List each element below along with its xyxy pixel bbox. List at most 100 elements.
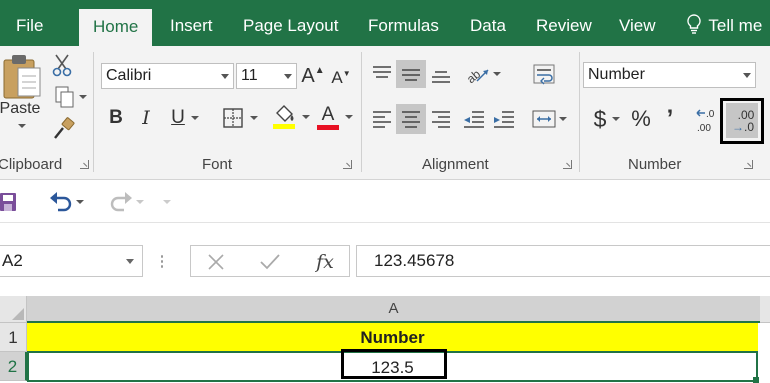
comma-style-button[interactable]: ’	[660, 104, 680, 134]
bottom-align-icon	[432, 71, 450, 83]
font-group-label: Font	[202, 156, 233, 173]
save-icon	[0, 193, 16, 211]
fill-handle[interactable]	[753, 377, 759, 383]
orientation-button[interactable]: ab	[460, 60, 506, 88]
underline-glyph: U	[171, 107, 185, 128]
column-header-a[interactable]: A	[27, 296, 760, 323]
underline-dropdown-icon	[190, 116, 199, 120]
cancel-entry-button[interactable]	[199, 249, 233, 275]
tell-me-label: Tell me	[708, 16, 763, 35]
column-header-next[interactable]	[760, 296, 770, 323]
clipboard-group-label: Clipboard	[0, 156, 63, 173]
align-center-button[interactable]	[396, 104, 426, 134]
merge-center-icon	[532, 110, 556, 128]
tab-file[interactable]: File	[16, 0, 43, 46]
underline-button[interactable]: U	[164, 104, 206, 132]
tab-page-layout[interactable]: Page Layout	[243, 0, 338, 46]
font-color-icon: A	[321, 103, 335, 125]
save-button[interactable]	[0, 189, 18, 215]
shrink-font-button[interactable]: A ▼	[330, 65, 352, 91]
tab-review[interactable]: Review	[536, 0, 592, 46]
tab-formulas[interactable]: Formulas	[368, 0, 439, 46]
tab-home[interactable]: Home	[79, 9, 153, 46]
ribbon-tab-bar: File Home Insert Page Layout Formulas Da…	[0, 0, 770, 46]
formula-input[interactable]: 123.45678	[356, 245, 770, 277]
number-group-label: Number	[628, 156, 682, 173]
cell-a2[interactable]: 123.5	[27, 351, 758, 382]
bold-button[interactable]: B	[103, 104, 129, 132]
lightbulb-icon	[687, 14, 701, 34]
worksheet-grid: A 1 Number 2 123.5	[0, 290, 770, 383]
insert-function-button[interactable]: fx	[307, 248, 343, 276]
formula-bar: A2 fx 123.45678	[0, 224, 770, 290]
font-launcher-icon[interactable]	[343, 160, 352, 169]
italic-button[interactable]: I	[134, 104, 158, 132]
undo-icon	[50, 192, 72, 212]
bottom-align-button[interactable]	[427, 60, 455, 88]
copy-icon	[55, 86, 73, 108]
name-box[interactable]: A2	[0, 245, 143, 277]
format-painter-icon	[54, 117, 75, 139]
name-box-dropdown-icon	[126, 259, 134, 264]
resize-handle[interactable]	[160, 254, 164, 268]
copy-button[interactable]	[50, 84, 90, 110]
customize-dropdown-icon	[163, 200, 171, 204]
svg-text:.00: .00	[697, 123, 711, 134]
paint-bucket-icon	[273, 105, 295, 129]
redo-icon	[110, 192, 132, 212]
accounting-format-button[interactable]: $	[586, 104, 628, 134]
group-divider	[93, 52, 94, 172]
alignment-launcher-icon[interactable]	[563, 160, 572, 169]
customize-qat-button[interactable]	[160, 195, 174, 209]
percent-style-button[interactable]: %	[628, 104, 654, 134]
font-color-button[interactable]: A	[314, 102, 356, 132]
tell-me-box[interactable]: Tell me	[684, 0, 762, 46]
tab-data[interactable]: Data	[470, 0, 506, 46]
clipboard-launcher-icon[interactable]	[80, 160, 89, 169]
font-family-value: Calibri	[106, 67, 152, 84]
row-header-2[interactable]: 2	[0, 352, 27, 381]
number-format-select[interactable]: Number	[583, 62, 756, 88]
increase-decimal-button[interactable]: .0 .00	[694, 106, 722, 136]
borders-button[interactable]	[214, 104, 266, 132]
wrap-text-button[interactable]	[528, 60, 560, 88]
borders-icon	[223, 108, 243, 128]
number-format-dropdown-icon	[743, 73, 751, 78]
align-left-icon	[373, 111, 391, 128]
align-right-button[interactable]	[427, 104, 455, 134]
enter-button[interactable]	[253, 249, 287, 275]
increase-indent-button[interactable]	[490, 104, 518, 134]
formula-controls: fx	[190, 245, 350, 277]
currency-icon: $	[593, 105, 607, 132]
close-icon	[208, 254, 224, 270]
grow-font-button[interactable]: A ▲	[301, 62, 325, 90]
ribbon-home: Paste Clipboard Calibri 11 A ▲ A ▼ B I U…	[0, 46, 770, 180]
font-size-select[interactable]: 11	[236, 63, 297, 89]
cut-button[interactable]	[50, 52, 74, 78]
select-all-button[interactable]	[0, 296, 27, 323]
fill-color-button[interactable]	[270, 102, 312, 132]
number-format-value: Number	[588, 66, 645, 83]
number-launcher-icon[interactable]	[744, 160, 753, 169]
decrease-decimal-button[interactable]: .00 →.0	[726, 103, 758, 138]
middle-align-button[interactable]	[396, 60, 426, 88]
row-header-1[interactable]: 1	[0, 323, 27, 352]
undo-dropdown-icon	[76, 200, 84, 204]
tab-insert[interactable]: Insert	[170, 0, 213, 46]
svg-text:ab: ab	[465, 67, 483, 85]
paste-button[interactable]: Paste	[0, 52, 44, 144]
format-painter-button[interactable]	[50, 116, 78, 142]
font-color-dropdown-icon	[345, 115, 353, 119]
undo-button[interactable]	[42, 188, 90, 216]
tab-view[interactable]: View	[619, 0, 656, 46]
merge-center-button[interactable]	[526, 104, 572, 134]
cell-a1[interactable]: Number	[27, 323, 758, 352]
accounting-dropdown-icon	[612, 117, 621, 121]
font-family-select[interactable]: Calibri	[101, 63, 234, 89]
align-center-icon	[402, 111, 420, 128]
align-left-button[interactable]	[368, 104, 396, 134]
scissors-icon	[52, 54, 72, 77]
decrease-indent-button[interactable]	[460, 104, 488, 134]
wrap-text-icon	[533, 64, 555, 85]
top-align-button[interactable]	[368, 60, 396, 88]
